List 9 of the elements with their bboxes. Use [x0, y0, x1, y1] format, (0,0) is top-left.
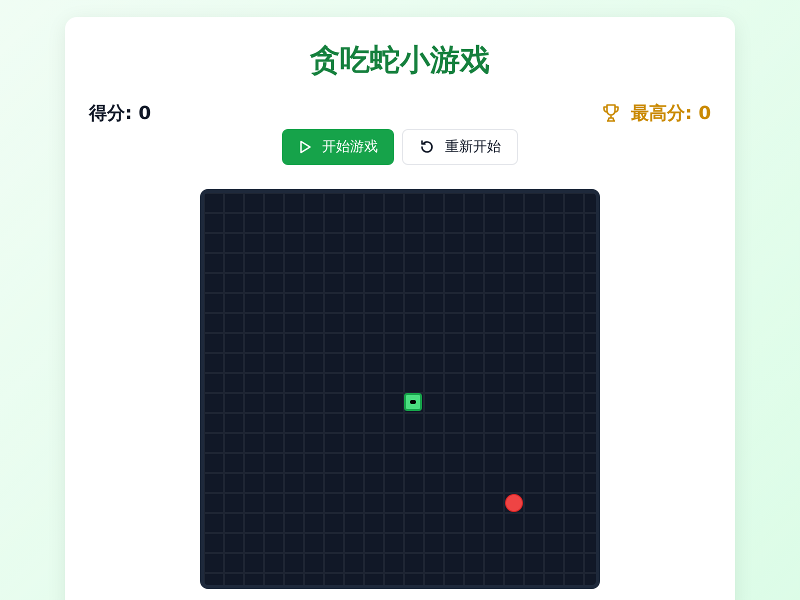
restart-icon — [419, 139, 435, 155]
high-score-label: 最高分: 0 — [631, 102, 711, 125]
snake-head — [404, 393, 422, 411]
game-title: 贪吃蛇小游戏 — [308, 42, 491, 80]
restart-button[interactable]: 重新开始 — [402, 129, 518, 165]
food-dot — [505, 494, 523, 512]
play-icon — [298, 140, 312, 154]
trophy-icon — [601, 103, 621, 123]
score-label: 得分: 0 — [89, 102, 151, 125]
